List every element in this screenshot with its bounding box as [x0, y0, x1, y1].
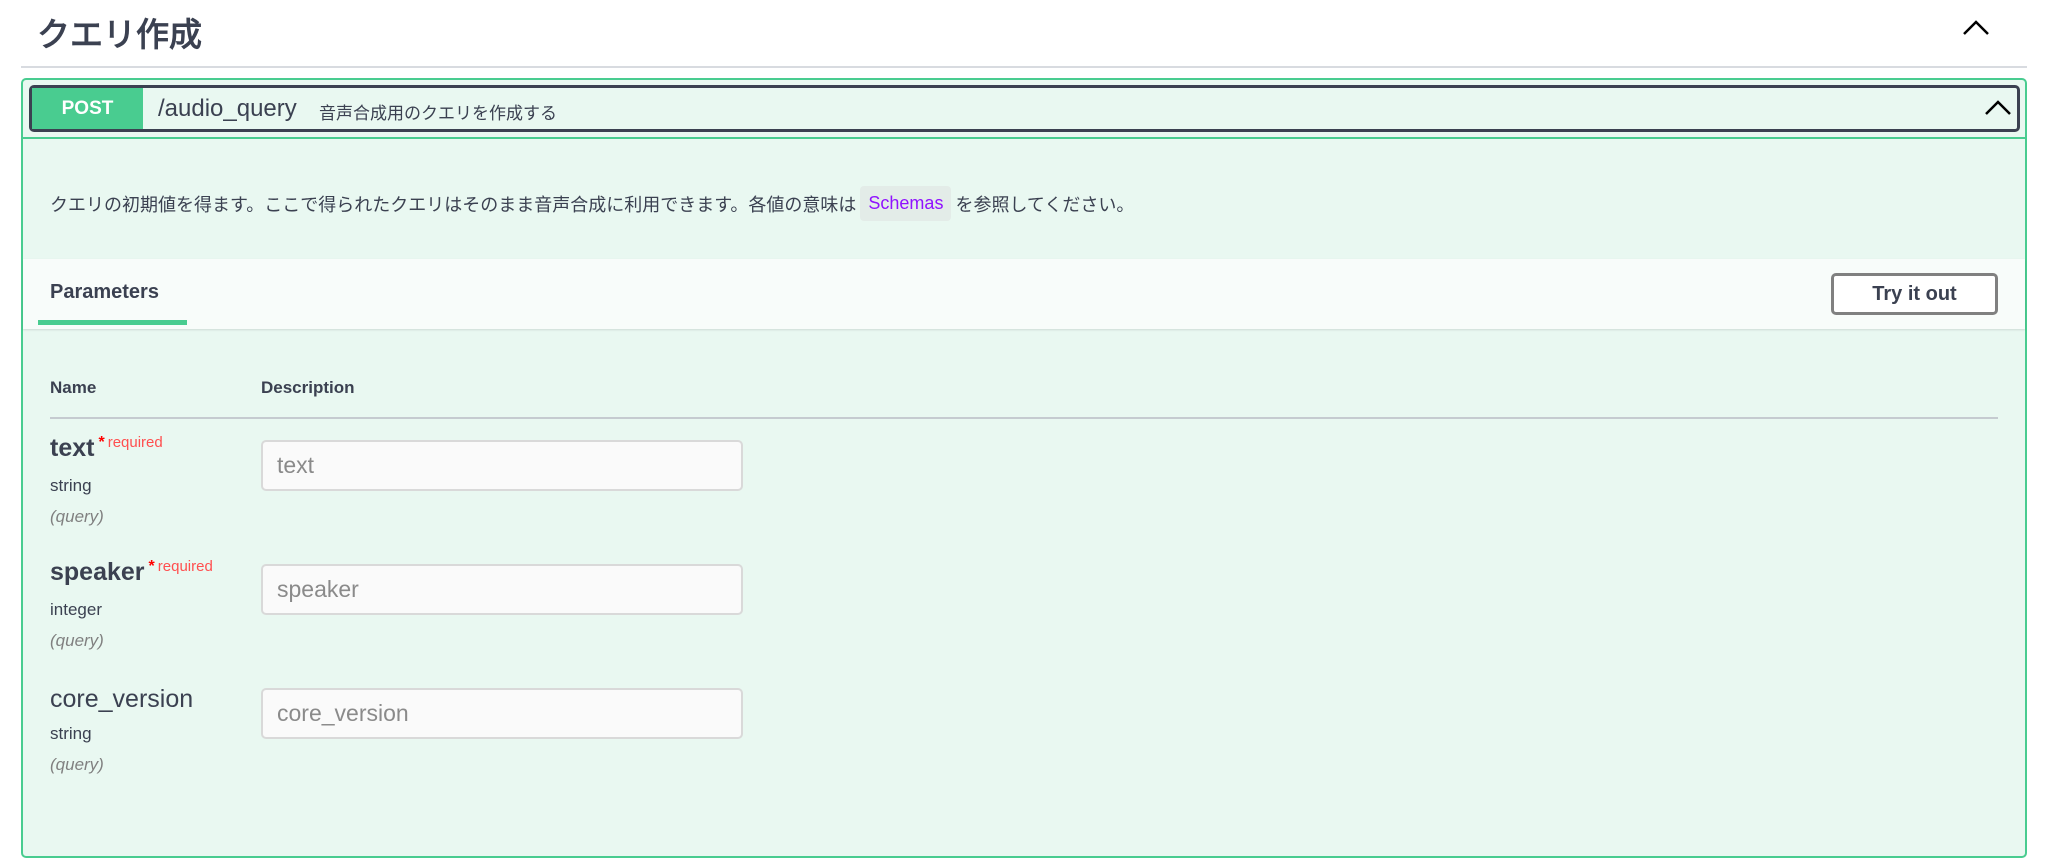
operation-collapse-button[interactable] — [1983, 94, 2013, 122]
active-tab-indicator — [38, 320, 187, 325]
section-title: クエリ作成 — [37, 16, 202, 53]
operation-path: /audio_query — [158, 95, 297, 122]
divider — [21, 66, 2027, 68]
required-label: required — [107, 434, 163, 451]
required-star: * — [98, 434, 105, 451]
method-badge: POST — [32, 88, 143, 129]
description-text: クエリの初期値を得ます。ここで得られたクエリはそのまま音声合成に利用できます。各… — [50, 194, 857, 215]
parameter-in: (query) — [50, 631, 104, 650]
speaker-input[interactable] — [261, 564, 743, 615]
operation-summary-text: 音声合成用のクエリを作成する — [319, 104, 557, 123]
parameter-name: text * required — [50, 434, 163, 462]
parameter-type: string — [50, 724, 92, 743]
tab-parameters[interactable]: Parameters — [50, 281, 159, 304]
parameter-type: string — [50, 476, 92, 495]
chevron-up-icon — [1985, 100, 2011, 115]
parameter-in: (query) — [50, 507, 104, 526]
chevron-up-icon — [1963, 20, 1989, 35]
column-header-name: Name — [50, 378, 97, 397]
section-collapse-button[interactable] — [1958, 12, 1994, 42]
parameter-type: integer — [50, 600, 102, 619]
description-text: を参照してください。 — [955, 194, 1135, 215]
column-header-description: Description — [261, 378, 355, 397]
parameter-in: (query) — [50, 755, 104, 774]
core-version-input[interactable] — [261, 688, 743, 739]
operation-description: クエリの初期値を得ます。ここで得られたクエリはそのまま音声合成に利用できます。各… — [50, 186, 1134, 221]
required-label: required — [157, 558, 213, 575]
required-star: * — [148, 558, 155, 575]
parameters-header: Parameters Try it out — [23, 259, 2025, 329]
text-input[interactable] — [261, 440, 743, 491]
schemas-link[interactable]: Schemas — [860, 186, 952, 221]
parameter-name: speaker * required — [50, 558, 213, 586]
parameter-name: core_version — [50, 685, 194, 713]
divider — [23, 137, 2025, 139]
try-it-out-button[interactable]: Try it out — [1831, 273, 1998, 315]
operation-summary[interactable]: POST /audio_query 音声合成用のクエリを作成する — [29, 85, 2020, 132]
divider — [50, 417, 1998, 419]
